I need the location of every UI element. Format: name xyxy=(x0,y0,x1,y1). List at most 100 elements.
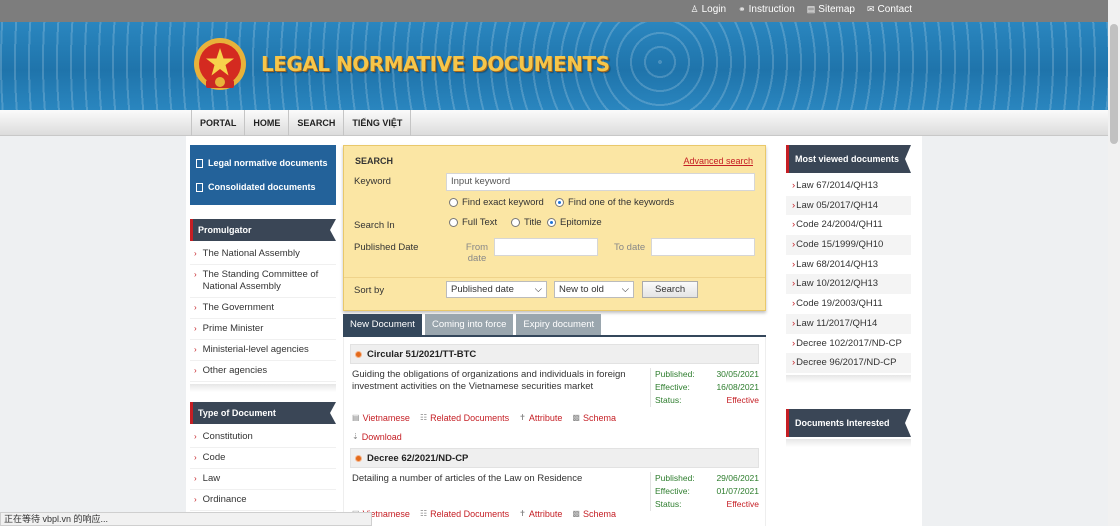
schema-icon: ▩ xyxy=(572,509,580,518)
list-item[interactable]: ›Decree 96/2017/ND-CP xyxy=(786,353,911,373)
chevron-right-icon: › xyxy=(194,474,197,483)
banner: LEGAL NORMATIVE DOCUMENTS xyxy=(0,22,1108,110)
full-text-radio[interactable]: Full Text xyxy=(449,217,497,228)
status-value: Effective xyxy=(726,395,759,405)
attribute-icon: ✝ xyxy=(519,413,526,422)
document-icon xyxy=(196,182,203,192)
related-documents-link[interactable]: ☷ Related Documents xyxy=(420,504,509,523)
bullet-icon xyxy=(355,454,362,462)
list-item[interactable]: ›Law 10/2012/QH13 xyxy=(786,274,911,295)
top-links: ♙ Login ⚭ Instruction ▤ Sitemap ✉ Contact xyxy=(691,4,912,15)
nav-home[interactable]: HOME xyxy=(245,110,290,136)
attribute-link[interactable]: ✝ Attribute xyxy=(519,504,562,523)
find-exact-radio[interactable]: Find exact keyword xyxy=(449,197,544,208)
document-description: Guiding the obligations of organizations… xyxy=(352,369,626,392)
related-documents-link[interactable]: ☷ Related Documents xyxy=(420,408,509,427)
find-one-radio[interactable]: Find one of the keywords xyxy=(555,197,674,208)
page-scrollbar[interactable] xyxy=(1108,0,1120,526)
left-sidebar: Legal normative documents Consolidated d… xyxy=(190,145,336,511)
contact-link[interactable]: ✉ Contact xyxy=(867,4,912,15)
attribute-link[interactable]: ✝ Attribute xyxy=(519,408,562,427)
list-item[interactable]: › Constitution xyxy=(190,427,336,448)
chevron-right-icon: › xyxy=(194,303,197,312)
search-panel: SEARCH Advanced search Keyword Input key… xyxy=(343,145,766,311)
effective-date: 01/07/2021 xyxy=(716,486,759,496)
sort-field-select[interactable]: Published date ⌵ xyxy=(446,281,547,298)
chevron-down-icon: ⌵ xyxy=(621,284,629,295)
nav-vietnamese[interactable]: TIẾNG VIỆT xyxy=(344,110,412,136)
document-actions: ▤Vietnamese ☷Related Documents ✝Attribut… xyxy=(352,408,644,446)
sitemap-link[interactable]: ▤ Sitemap xyxy=(807,4,855,15)
document-item: Circular 51/2021/TT-BTC Guiding the obli… xyxy=(350,344,759,447)
list-item[interactable]: ›Decree 102/2017/ND-CP xyxy=(786,334,911,354)
list-item[interactable]: ›Law 68/2014/QH13 xyxy=(786,255,911,275)
list-item[interactable]: ›Law 67/2014/QH13 xyxy=(786,176,911,196)
tab-coming-into-force[interactable]: Coming into force xyxy=(424,314,514,335)
title-radio[interactable]: Title xyxy=(511,217,542,228)
chevron-right-icon: › xyxy=(194,453,197,462)
from-date-input[interactable] xyxy=(494,238,598,256)
top-bar: ♙ Login ⚭ Instruction ▤ Sitemap ✉ Contact xyxy=(0,0,1120,22)
list-item[interactable]: › Other agencies xyxy=(190,361,336,382)
list-item[interactable]: ›Law 05/2017/QH14 xyxy=(786,195,911,216)
schema-link[interactable]: ▩ Schema xyxy=(572,504,616,523)
list-item[interactable]: ›Code 24/2004/QH11 xyxy=(786,215,911,235)
download-link[interactable]: ⇣ Download xyxy=(352,427,402,446)
epitomize-radio[interactable]: Epitomize xyxy=(547,217,602,228)
document-item: Decree 62/2021/ND-CP Detailing a number … xyxy=(350,448,759,526)
instruction-link[interactable]: ⚭ Instruction xyxy=(738,4,795,15)
to-date-input[interactable] xyxy=(651,238,755,256)
nav-portal[interactable]: PORTAL xyxy=(191,110,246,136)
vietnamese-link[interactable]: ▤Vietnamese xyxy=(352,408,410,427)
document-list: Circular 51/2021/TT-BTC Guiding the obli… xyxy=(343,337,766,526)
list-item[interactable]: › The Government xyxy=(190,298,336,319)
document-title[interactable]: Circular 51/2021/TT-BTC xyxy=(350,344,759,364)
chevron-right-icon: › xyxy=(194,249,197,258)
search-in-label: Search In xyxy=(354,220,395,231)
sort-order-select[interactable]: New to old ⌵ xyxy=(554,281,634,298)
document-tabs: New Document Coming into force Expiry do… xyxy=(343,314,602,335)
doc-type-list: › Constitution › Code › Law › Ordinance xyxy=(190,424,336,511)
list-item[interactable]: › The Standing Committee of National Asse… xyxy=(190,265,336,298)
chevron-right-icon: › xyxy=(194,270,197,279)
document-icon: ▤ xyxy=(352,413,360,422)
national-emblem-logo[interactable] xyxy=(192,36,248,94)
chart-icon: ▤ xyxy=(806,4,816,14)
chevron-right-icon: › xyxy=(194,345,197,354)
advanced-search-link[interactable]: Advanced search xyxy=(683,156,753,166)
list-item[interactable]: › Prime Minister xyxy=(190,319,336,340)
list-item[interactable]: ›Law 11/2017/QH14 xyxy=(786,313,911,334)
tab-new-document[interactable]: New Document xyxy=(343,314,422,335)
list-item[interactable]: › Code xyxy=(190,448,336,469)
list-item[interactable]: › Law xyxy=(190,469,336,490)
consolidated-docs-link[interactable]: Consolidated documents xyxy=(196,175,330,199)
scrollbar-thumb[interactable] xyxy=(1110,24,1118,144)
most-viewed-list: ›Law 67/2014/QH13 ›Law 05/2017/QH14 ›Cod… xyxy=(786,173,911,373)
list-item[interactable]: › Ministerial-level agencies xyxy=(190,340,336,361)
legal-docs-link[interactable]: Legal normative documents xyxy=(196,151,330,175)
chevron-right-icon: › xyxy=(194,432,197,441)
published-date: 30/05/2021 xyxy=(716,369,759,379)
tab-expiry-document[interactable]: Expiry document xyxy=(516,314,602,335)
published-date: 29/06/2021 xyxy=(716,473,759,483)
from-date-label: From date xyxy=(465,242,489,264)
list-item[interactable]: › The National Assembly xyxy=(190,244,336,265)
keyword-label: Keyword xyxy=(354,176,391,187)
site-title[interactable]: LEGAL NORMATIVE DOCUMENTS xyxy=(261,52,610,76)
browser-status-bar: 正在等待 vbpl.vn 的响应... xyxy=(0,512,372,526)
keyword-input[interactable]: Input keyword xyxy=(446,173,755,191)
chevron-right-icon: › xyxy=(194,324,197,333)
published-date-label: Published Date xyxy=(354,242,419,253)
login-link[interactable]: ♙ Login xyxy=(691,4,727,15)
nav-search[interactable]: SEARCH xyxy=(289,110,345,136)
schema-link[interactable]: ▩ Schema xyxy=(572,408,616,427)
related-icon: ☷ xyxy=(419,413,428,422)
envelope-icon: ✉ xyxy=(866,4,875,14)
headset-icon: ⚭ xyxy=(738,4,746,14)
list-item[interactable]: › Ordinance xyxy=(190,490,336,511)
list-item[interactable]: ›Code 19/2003/QH11 xyxy=(786,294,911,314)
list-item[interactable]: ›Code 15/1999/QH10 xyxy=(786,235,911,255)
document-title[interactable]: Decree 62/2021/ND-CP xyxy=(350,448,759,468)
most-viewed-heading: Most viewed documents xyxy=(786,145,911,173)
search-button[interactable]: Search xyxy=(642,281,699,298)
